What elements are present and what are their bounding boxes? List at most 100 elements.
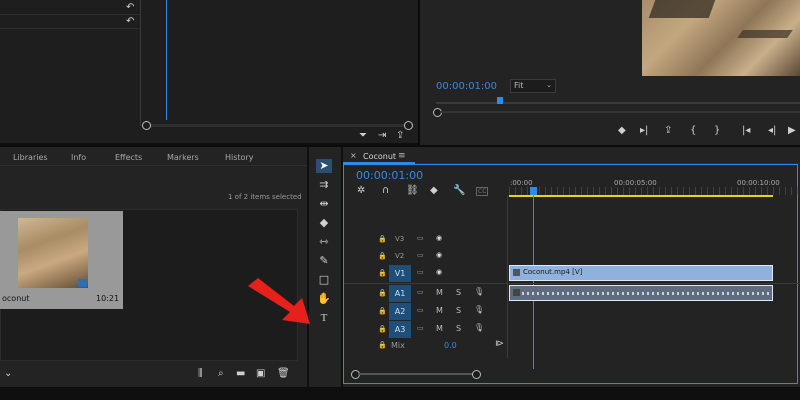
playhead[interactable] <box>530 187 537 195</box>
slip-icon[interactable]: ⇿ <box>316 235 332 249</box>
lock-icon[interactable]: 🔒 <box>378 307 387 315</box>
nest-icon[interactable]: ✲ <box>357 186 365 196</box>
go-to-out-icon[interactable]: } <box>714 126 720 136</box>
track-target-v1[interactable]: V1 <box>389 265 411 282</box>
rectangle-icon[interactable]: □ <box>316 273 332 287</box>
scroll-handle[interactable] <box>404 121 413 130</box>
track-target-a1[interactable]: A1 <box>389 285 411 302</box>
audio-clip[interactable] <box>509 285 773 301</box>
program-timecode[interactable]: 00:00:01:00 <box>436 81 497 92</box>
automate-to-sequence-icon[interactable]: ⫼ <box>198 369 203 379</box>
mix-lock-icon[interactable]: 🔒 <box>378 341 387 349</box>
add-marker-icon[interactable]: ◆ <box>618 126 626 136</box>
hand-icon[interactable]: ✋ <box>316 292 332 306</box>
zoom-scrollbar[interactable] <box>146 124 408 127</box>
lock-icon[interactable]: 🔒 <box>378 252 387 260</box>
playhead-marker[interactable] <box>497 97 503 104</box>
sync-lock-icon[interactable]: ▭ <box>417 324 424 332</box>
video-shadow <box>648 0 716 18</box>
new-item-icon[interactable]: ▣ <box>256 369 265 379</box>
export-frame-icon[interactable]: ⇥ <box>378 131 386 141</box>
frame-back-icon[interactable]: ◂| <box>768 126 776 136</box>
mute-button[interactable]: M <box>436 324 443 333</box>
time-ruler[interactable] <box>509 187 798 195</box>
undo-icon[interactable]: ↶ <box>126 17 134 27</box>
export-icon[interactable]: ⇪ <box>396 131 404 141</box>
chevron-down-icon[interactable]: ⌄ <box>4 369 12 379</box>
column-divider <box>140 0 141 126</box>
eye-icon[interactable]: ◉ <box>436 268 442 276</box>
mark-in-icon[interactable]: ▸| <box>640 126 648 136</box>
clip-thumbnail <box>18 218 88 288</box>
solo-button[interactable]: S <box>456 288 461 297</box>
pen-icon[interactable]: ✎ <box>316 254 332 268</box>
audio-waveform <box>522 292 770 295</box>
linked-selection-icon[interactable]: ⛓ <box>406 186 419 196</box>
sequence-tab[interactable]: Coconut <box>363 152 396 161</box>
tab-libraries[interactable]: Libraries <box>13 153 48 162</box>
video-clip[interactable]: Coconut.mp4 [V] <box>509 265 773 281</box>
new-bin-icon[interactable]: ▬ <box>236 369 245 379</box>
clip-name: oconut <box>2 294 30 303</box>
timeline-timecode[interactable]: 00:00:01:00 <box>356 169 423 182</box>
lock-icon[interactable]: 🔒 <box>378 289 387 297</box>
type-tool-icon[interactable]: T <box>316 311 332 325</box>
marker-icon[interactable]: ◆ <box>430 186 438 196</box>
razor-icon[interactable]: ◆ <box>316 216 332 230</box>
track-target-a3[interactable]: A3 <box>389 321 411 338</box>
timeline-scrollbar[interactable] <box>358 373 474 375</box>
clip-duration: 10:21 <box>96 294 120 303</box>
scroll-handle[interactable] <box>472 370 481 379</box>
filter-icon[interactable]: ⏷ <box>359 131 367 141</box>
clip-tile[interactable]: oconut 10:21 <box>0 211 123 309</box>
mute-button[interactable]: M <box>436 288 443 297</box>
tab-history[interactable]: History <box>225 153 253 162</box>
program-monitor: 00:00:01:00 Fit ⌄ ◆ ▸| ⇪ { } |◂ ◂| ▶ <box>420 0 800 145</box>
eye-icon[interactable]: ◉ <box>436 234 442 242</box>
find-icon[interactable]: ⌕ <box>218 369 224 379</box>
mix-label: Mix <box>391 341 405 350</box>
captions-icon[interactable]: CC <box>476 187 489 196</box>
solo-button[interactable]: S <box>456 324 461 333</box>
zoom-select[interactable]: Fit ⌄ <box>510 79 556 93</box>
step-back-icon[interactable]: |◂ <box>742 126 750 136</box>
scroll-handle[interactable] <box>142 121 151 130</box>
mute-button[interactable]: M <box>436 306 443 315</box>
track-select-icon[interactable]: ⇉ <box>316 178 332 192</box>
selection-tool-icon[interactable]: ➤ <box>316 159 332 173</box>
undo-icon[interactable]: ↶ <box>126 3 134 13</box>
sync-lock-icon[interactable]: ▭ <box>417 288 424 296</box>
microphone-icon[interactable]: 🎙 <box>474 287 484 296</box>
go-to-end-icon[interactable]: ⧐ <box>495 339 504 349</box>
play-icon[interactable]: ▶ <box>788 126 796 136</box>
tab-effects[interactable]: Effects <box>115 153 142 162</box>
wrench-icon[interactable]: 🔧 <box>453 186 465 196</box>
sync-lock-icon[interactable]: ▭ <box>417 306 424 314</box>
sync-lock-icon[interactable]: ▭ <box>417 251 424 259</box>
work-area-bar[interactable] <box>509 195 773 197</box>
sync-lock-icon[interactable]: ▭ <box>417 268 424 276</box>
eye-icon[interactable]: ◉ <box>436 251 442 259</box>
microphone-icon[interactable]: 🎙 <box>474 305 484 314</box>
close-tab-icon[interactable]: × <box>350 151 357 160</box>
track-target-a2[interactable]: A2 <box>389 303 411 320</box>
magnet-icon[interactable]: ∩ <box>382 186 389 196</box>
tab-info[interactable]: Info <box>71 153 86 162</box>
panel-menu-icon[interactable]: ≡ <box>398 151 406 161</box>
trash-icon[interactable]: 🗑 <box>277 369 290 379</box>
lock-icon[interactable]: 🔒 <box>378 325 387 333</box>
sync-lock-icon[interactable]: ▭ <box>417 234 424 242</box>
go-to-in-icon[interactable]: { <box>690 126 696 136</box>
lift-icon[interactable]: ⇪ <box>664 126 672 136</box>
mix-value[interactable]: 0.0 <box>444 341 457 350</box>
monitor-scrollbar[interactable] <box>440 111 800 113</box>
ripple-edit-icon[interactable]: ⇹ <box>316 197 332 211</box>
track-v3: 🔒 V3 ▭ ◉ <box>344 231 800 249</box>
monitor-ruler[interactable] <box>436 102 800 104</box>
microphone-icon[interactable]: 🎙 <box>474 323 484 332</box>
lock-icon[interactable]: 🔒 <box>378 269 387 277</box>
solo-button[interactable]: S <box>456 306 461 315</box>
ruler-label: 00:00:10:00 <box>737 179 780 187</box>
tab-markers[interactable]: Markers <box>167 153 199 162</box>
lock-icon[interactable]: 🔒 <box>378 235 387 243</box>
